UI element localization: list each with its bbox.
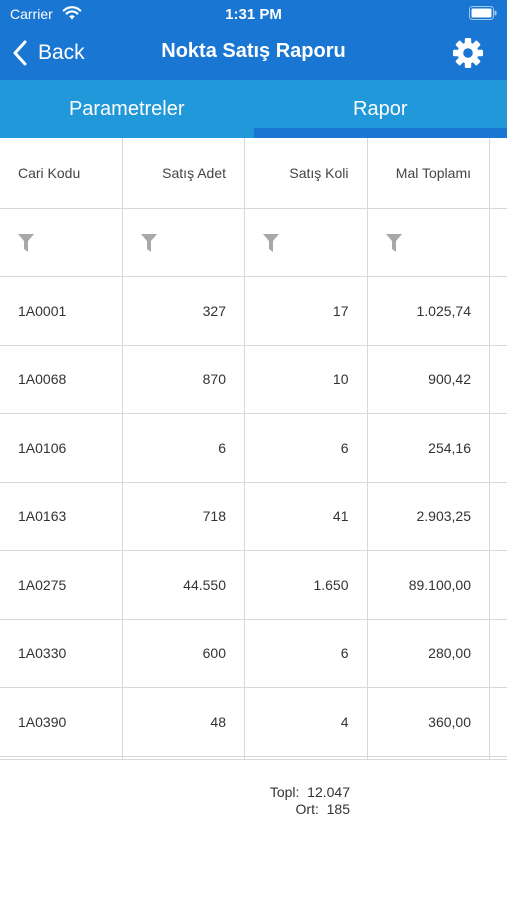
- tab-label: Parametreler: [68, 97, 185, 120]
- satis-koli-cell: 6: [245, 619, 368, 687]
- summary-footer: Topl: 12.047 Ort: 185: [0, 784, 350, 818]
- cari-kodu-cell: 1A0001: [0, 277, 123, 345]
- empty-cell: [123, 756, 245, 759]
- filter-icon[interactable]: [385, 233, 402, 252]
- mal-toplami-cell: 280,00: [368, 619, 490, 687]
- column-header-satis-koli[interactable]: Satış Koli: [245, 138, 368, 208]
- cari-kodu-cell: 1A0068: [0, 345, 123, 413]
- mal-toplami-cell: 2.903,25: [368, 482, 490, 550]
- mal-toplami-cell: 89.100,00: [368, 551, 490, 619]
- satis-adet-cell: 6: [123, 414, 245, 482]
- satis-adet-cell: 48: [123, 688, 245, 756]
- report-grid[interactable]: Cari Kodu Satış Adet Satış Koli Mal Topl…: [0, 138, 507, 760]
- column-header-row: Cari Kodu Satış Adet Satış Koli Mal Topl…: [0, 138, 507, 209]
- tab-bar: Parametreler Rapor: [0, 80, 507, 138]
- table-row[interactable]: 1A0163 718 41 2.903,25: [0, 482, 507, 551]
- filter-cell: [0, 209, 123, 276]
- empty-cell: [0, 756, 123, 759]
- battery-icon: [469, 6, 497, 20]
- satis-adet-cell: 870: [123, 345, 245, 413]
- table-row[interactable]: 1A0275 44.550 1.650 89.100,00: [0, 551, 507, 620]
- cari-kodu-cell: 1A0163: [0, 482, 123, 550]
- mal-toplami-cell: 360,00: [368, 688, 490, 756]
- average-value: 185: [326, 801, 350, 817]
- navigation-bar: Back Nokta Satış Raporu: [0, 28, 507, 80]
- gear-icon[interactable]: [451, 36, 485, 70]
- mal-toplami-cell: 900,42: [368, 345, 490, 413]
- filter-icon[interactable]: [18, 233, 34, 252]
- table-row-partial[interactable]: [0, 756, 507, 759]
- filter-cell: [368, 209, 490, 276]
- app-header: Carrier 1:31 PM Back Nokta Satış Raporu: [0, 0, 507, 80]
- mal-toplami-cell: 254,16: [368, 414, 490, 482]
- total-line: Topl: 12.047: [0, 784, 350, 801]
- page-title: Nokta Satış Raporu: [161, 40, 346, 62]
- satis-adet-cell: 718: [123, 482, 245, 550]
- average-label: Ort:: [295, 801, 319, 817]
- column-header-cari-kodu[interactable]: Cari Kodu: [0, 138, 123, 208]
- tab-label: Rapor: [353, 97, 408, 120]
- table-row[interactable]: 1A0106 6 6 254,16: [0, 414, 507, 483]
- satis-adet-cell: 600: [123, 619, 245, 687]
- cari-kodu-cell: 1A0106: [0, 414, 123, 482]
- satis-adet-cell: 44.550: [123, 551, 245, 619]
- total-label: Topl:: [269, 784, 300, 800]
- tab-parametreler[interactable]: Parametreler: [0, 80, 254, 138]
- total-value: 12.047: [307, 784, 350, 800]
- satis-koli-cell: 1.650: [245, 551, 368, 619]
- empty-cell: [245, 756, 368, 759]
- cari-kodu-cell: 1A0390: [0, 688, 123, 756]
- satis-koli-cell: 41: [245, 482, 368, 550]
- average-line: Ort: 185: [0, 801, 350, 818]
- table-row[interactable]: 1A0068 870 10 900,42: [0, 345, 507, 414]
- satis-koli-cell: 17: [245, 277, 368, 345]
- satis-koli-cell: 4: [245, 688, 368, 756]
- tab-rapor[interactable]: Rapor: [253, 80, 507, 138]
- status-bar: Carrier 1:31 PM: [0, 0, 507, 28]
- satis-adet-cell: 327: [123, 277, 245, 345]
- selected-tab-indicator: [253, 128, 507, 138]
- cari-kodu-cell: 1A0330: [0, 619, 123, 687]
- filter-icon[interactable]: [263, 233, 279, 252]
- filter-icon[interactable]: [140, 233, 157, 252]
- status-time: 1:31 PM: [225, 6, 282, 23]
- cari-kodu-cell: 1A0275: [0, 551, 123, 619]
- column-header-mal-toplami[interactable]: Mal Toplamı: [368, 138, 490, 208]
- filter-cell: [245, 209, 368, 276]
- filter-row: [0, 209, 507, 277]
- satis-koli-cell: 10: [245, 345, 368, 413]
- table-row[interactable]: 1A0390 48 4 360,00: [0, 688, 507, 757]
- filter-cell: [123, 209, 245, 276]
- column-header-satis-adet[interactable]: Satış Adet: [123, 138, 245, 208]
- satis-koli-cell: 6: [245, 414, 368, 482]
- empty-cell: [368, 756, 490, 759]
- table-row[interactable]: 1A0001 327 17 1.025,74: [0, 277, 507, 346]
- table-row[interactable]: 1A0330 600 6 280,00: [0, 619, 507, 688]
- mal-toplami-cell: 1.025,74: [368, 277, 490, 345]
